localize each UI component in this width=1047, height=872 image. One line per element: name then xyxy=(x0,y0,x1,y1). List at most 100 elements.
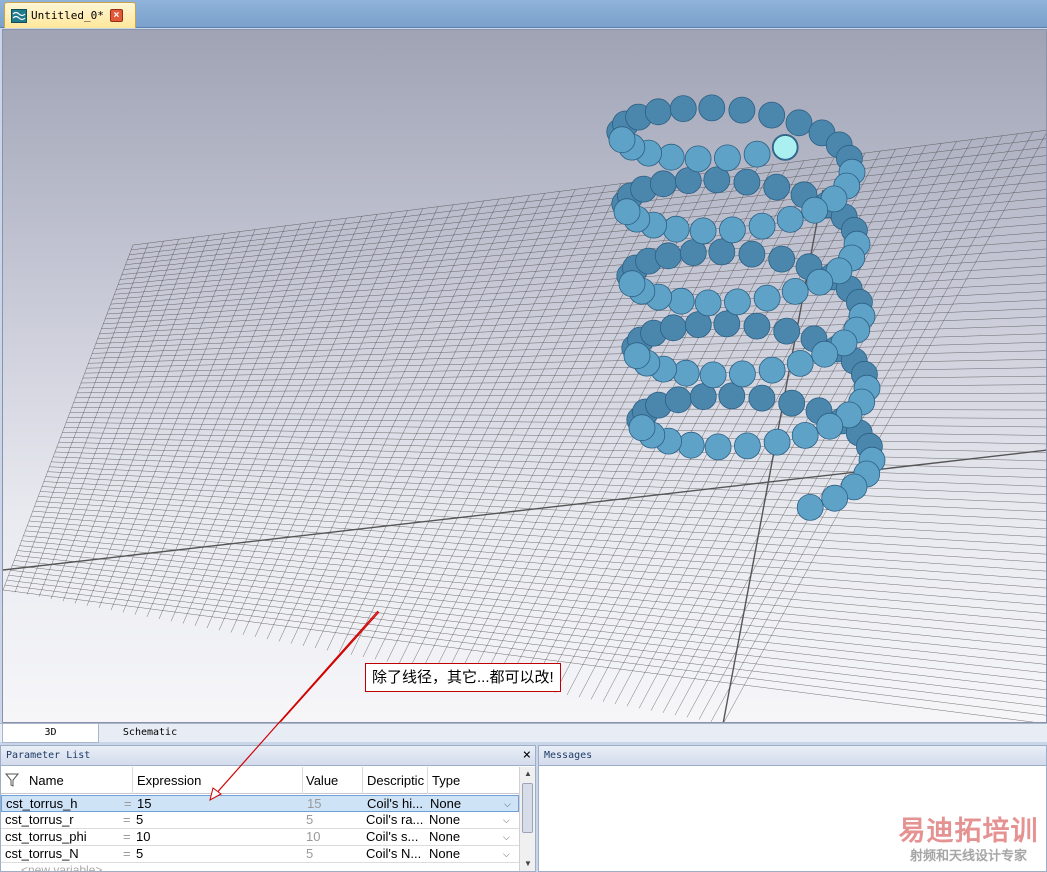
coil-segment xyxy=(781,277,809,305)
grid-line xyxy=(101,274,1046,330)
coil-segment xyxy=(694,289,722,317)
param-type[interactable]: None xyxy=(429,846,509,862)
watermark-sub-text: 射频和天线设计专家 xyxy=(909,848,1027,863)
grid-line xyxy=(99,282,1046,334)
column-header-description[interactable]: Descriptic xyxy=(363,767,428,794)
close-icon[interactable]: × xyxy=(109,9,123,22)
column-header-name[interactable]: Name xyxy=(25,767,133,794)
grid-line xyxy=(123,172,1046,270)
document-tab-title: Untitled_0* xyxy=(31,9,104,22)
chevron-down-icon[interactable]: ⌵ xyxy=(504,796,518,812)
grid-line xyxy=(36,501,1046,572)
param-description[interactable]: Coil's ra... xyxy=(366,812,426,828)
grid-line xyxy=(66,422,1046,436)
table-row[interactable]: cst_torrus_r = 5 5 Coil's ra... None ⌵ xyxy=(1,812,519,829)
tab-3d[interactable]: 3D xyxy=(2,724,99,743)
coil-segment xyxy=(763,428,791,456)
parameter-scrollbar[interactable]: ▲ ▼ xyxy=(519,767,535,871)
grid-line xyxy=(51,461,1046,504)
table-row[interactable]: cst_torrus_N = 5 5 Coil's N... None ⌵ xyxy=(1,846,519,863)
param-description[interactable]: Coil's hi... xyxy=(367,796,427,812)
chevron-down-icon[interactable]: ⌵ xyxy=(503,812,517,828)
coil-end-cap xyxy=(772,134,798,160)
grid-line xyxy=(92,316,1046,354)
new-variable-row[interactable]: <new variable> xyxy=(1,863,519,872)
coil-segment xyxy=(654,242,682,270)
param-type[interactable]: None xyxy=(430,796,510,812)
scroll-thumb[interactable] xyxy=(522,783,533,833)
coil-segment xyxy=(667,287,695,315)
coil-segment xyxy=(657,143,685,171)
coil-segment xyxy=(662,215,690,243)
coil-segment xyxy=(669,95,697,122)
param-eq: = xyxy=(123,846,131,861)
grid-line xyxy=(103,265,1046,325)
coil-segment xyxy=(806,268,834,296)
grid-line xyxy=(69,412,1046,419)
param-expression[interactable]: 15 xyxy=(137,796,297,812)
chevron-down-icon[interactable]: ⌵ xyxy=(503,829,517,845)
table-row[interactable]: cst_torrus_phi = 10 10 Coil's s... None … xyxy=(1,829,519,846)
3d-scene xyxy=(3,94,1046,722)
grid-line xyxy=(17,550,1046,657)
coil-segment xyxy=(649,170,677,198)
coil-segment xyxy=(734,432,761,460)
grid-line xyxy=(134,223,301,615)
3d-viewport[interactable]: 除了线径，其它...都可以改! xyxy=(2,29,1047,723)
param-name: cst_torrus_N xyxy=(5,846,79,861)
coil-segment xyxy=(786,349,814,377)
coil-segment xyxy=(753,284,781,312)
param-eq: = xyxy=(123,812,131,827)
coil-segment xyxy=(689,217,717,245)
column-header-value[interactable]: Value xyxy=(302,767,363,794)
scroll-up-icon[interactable]: ▲ xyxy=(520,767,536,781)
coil-segment xyxy=(816,412,844,440)
coil-segment xyxy=(785,109,813,137)
grid-line xyxy=(127,155,1046,261)
grid-line xyxy=(86,341,1046,369)
param-expression[interactable]: 5 xyxy=(136,812,296,828)
watermark-logo: 易迪拓培训 射频和天线设计专家 xyxy=(890,816,1047,872)
param-eq: = xyxy=(124,796,132,811)
param-value: 10 xyxy=(306,829,321,844)
helix-coil-model xyxy=(606,94,886,521)
param-description[interactable]: Coil's s... xyxy=(366,829,426,845)
coil-segment xyxy=(776,205,804,233)
coil-segment xyxy=(677,431,705,459)
messages-header: Messages xyxy=(539,746,1046,766)
scroll-down-icon[interactable]: ▼ xyxy=(520,857,536,871)
document-tab[interactable]: Untitled_0* × xyxy=(4,2,136,28)
param-description[interactable]: Coil's N... xyxy=(366,846,426,862)
close-panel-icon[interactable]: × xyxy=(523,746,531,765)
coil-segment xyxy=(763,173,791,201)
param-expression[interactable]: 5 xyxy=(136,846,296,862)
coil-segment xyxy=(738,240,766,268)
grid-line xyxy=(116,206,1046,290)
coil-segment xyxy=(699,361,727,389)
coil-segment xyxy=(704,433,732,461)
param-name: cst_torrus_phi xyxy=(5,829,87,844)
coil-segment xyxy=(714,144,741,172)
coil-segment xyxy=(821,484,849,512)
grid-line xyxy=(50,237,195,600)
coil-segment xyxy=(698,94,726,122)
parameter-list-header: Parameter List × xyxy=(1,746,535,766)
param-type[interactable]: None xyxy=(429,829,509,845)
coil-segment xyxy=(729,360,756,388)
table-row[interactable]: cst_torrus_h = 15 15 Coil's hi... None ⌵ xyxy=(1,795,519,812)
filter-icon[interactable] xyxy=(4,773,20,787)
grid-line xyxy=(3,244,134,591)
chevron-down-icon[interactable]: ⌵ xyxy=(503,846,517,862)
tab-schematic[interactable]: Schematic xyxy=(101,724,199,743)
coil-segment xyxy=(791,421,819,449)
grid-line xyxy=(3,589,1035,722)
parameter-rows: cst_torrus_h = 15 15 Coil's hi... None ⌵… xyxy=(1,795,519,872)
grid-line xyxy=(64,427,1046,445)
column-header-type[interactable]: Type xyxy=(428,767,519,794)
coil-segment xyxy=(684,145,712,173)
column-header-expression[interactable]: Expression xyxy=(133,767,303,794)
param-expression[interactable]: 10 xyxy=(136,829,296,845)
param-eq: = xyxy=(123,829,131,844)
grid-line xyxy=(110,231,1046,305)
param-type[interactable]: None xyxy=(429,812,509,828)
